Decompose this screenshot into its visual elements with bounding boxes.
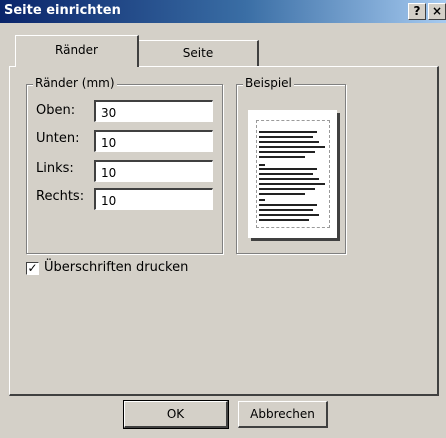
preview-text-line [259, 164, 265, 166]
preview-text-line [259, 188, 315, 190]
window-title: Seite einrichten [4, 3, 121, 18]
headers-checkbox-label[interactable]: Überschriften drucken [44, 260, 188, 275]
left-margin-input[interactable] [94, 160, 213, 182]
preview-text-line [259, 193, 305, 195]
example-group-legend: Beispiel [243, 76, 294, 90]
help-button[interactable]: ? [408, 3, 426, 20]
preview-text-line [259, 168, 317, 170]
preview-text-line [259, 136, 313, 138]
top-margin-label: Oben: [36, 103, 76, 118]
tab-page-label: Seite [182, 46, 214, 60]
right-margin-label: Rechts: [36, 189, 85, 204]
headers-checkbox[interactable]: ✓ [26, 262, 39, 275]
preview-text-line [259, 199, 265, 201]
bottom-margin-input[interactable] [94, 130, 213, 152]
preview-text-line [259, 141, 319, 143]
right-margin-input[interactable] [94, 188, 213, 210]
preview-text-line [259, 214, 319, 216]
preview-text-line [259, 151, 315, 153]
preview-text-line [259, 173, 313, 175]
page-preview [248, 110, 337, 238]
tab-margins[interactable]: Ränder [15, 35, 139, 67]
left-margin-label: Links: [36, 161, 74, 176]
preview-text-line [259, 131, 317, 133]
tab-margins-label: Ränder [55, 43, 98, 57]
close-button[interactable]: × [428, 3, 446, 20]
page-preview-margin-frame [256, 120, 330, 228]
cancel-button[interactable]: Abbrechen [238, 401, 328, 428]
preview-text-line [259, 156, 305, 158]
tab-page[interactable]: Seite [139, 40, 259, 66]
bottom-margin-label: Unten: [36, 131, 80, 146]
preview-text-line [259, 146, 325, 148]
preview-text-line [259, 183, 325, 185]
preview-text-line [259, 219, 309, 221]
top-margin-input[interactable] [94, 100, 213, 122]
title-bar: Seite einrichten ? × [0, 0, 446, 23]
margins-group-legend: Ränder (mm) [33, 76, 117, 90]
preview-text-line [259, 178, 319, 180]
preview-text-line [259, 209, 313, 211]
ok-button[interactable]: OK [123, 400, 229, 429]
preview-text-line [259, 204, 317, 206]
